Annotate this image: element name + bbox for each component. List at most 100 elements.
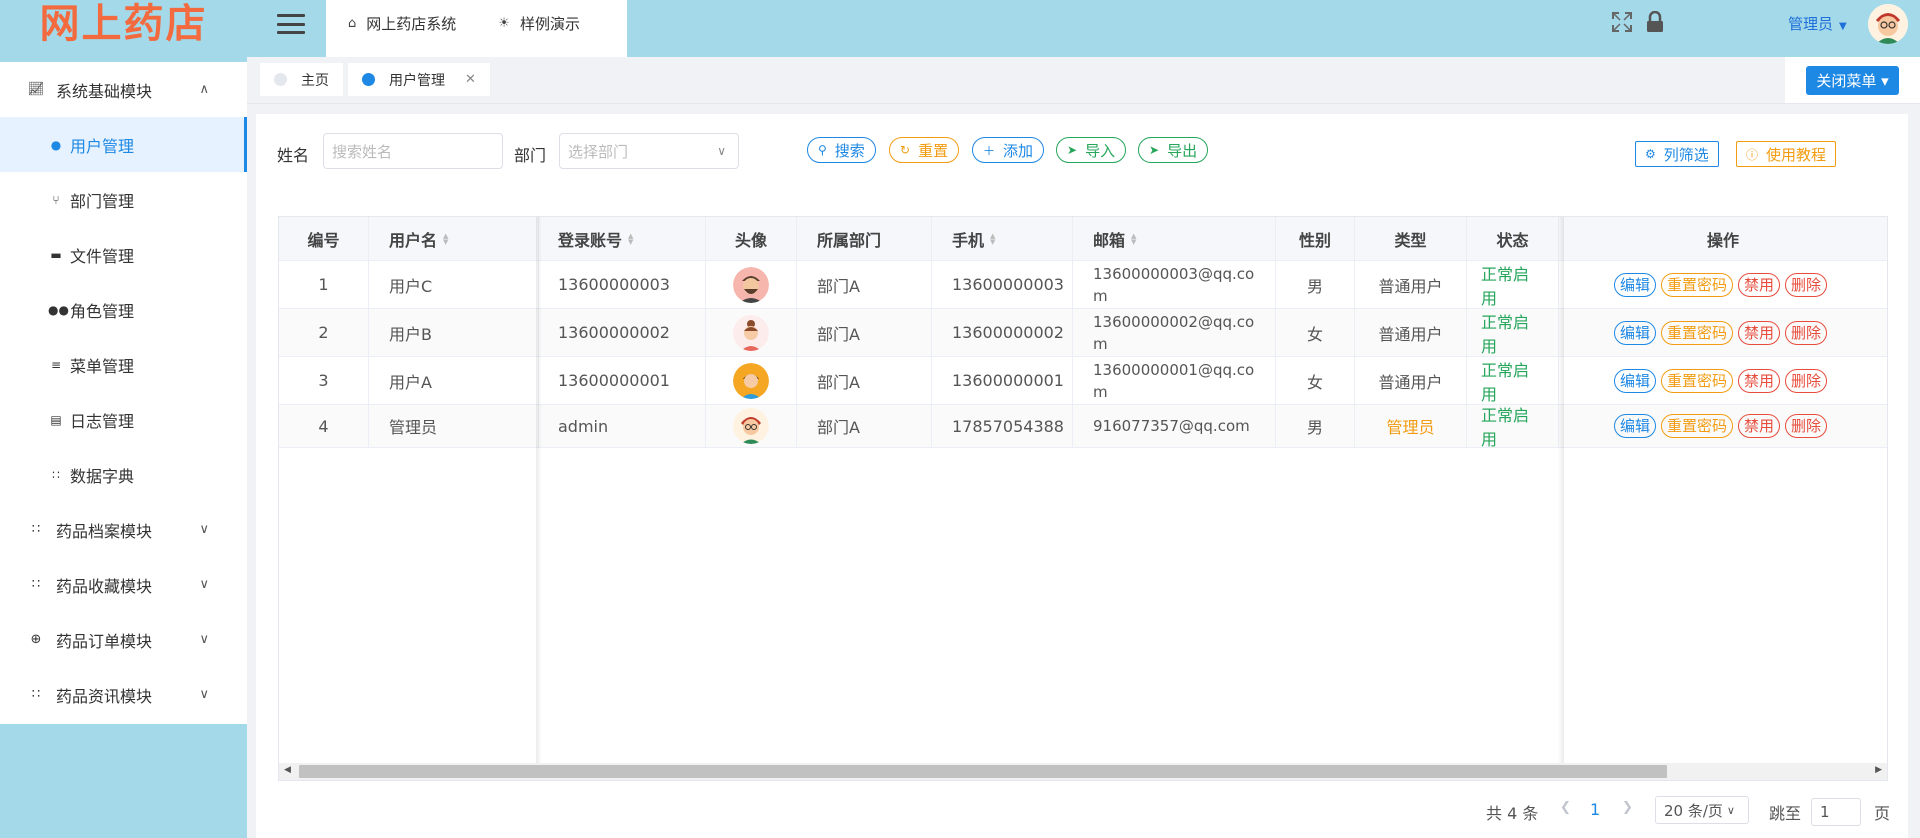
cell-type: 普通用户: [1355, 309, 1467, 356]
horizontal-scrollbar[interactable]: ◀ ▶: [279, 763, 1887, 780]
disable-button[interactable]: 禁用: [1738, 320, 1781, 345]
jump-input[interactable]: 1: [1811, 798, 1861, 826]
disable-button[interactable]: 禁用: [1738, 368, 1781, 393]
reset-password-button[interactable]: 重置密码: [1660, 414, 1733, 438]
close-menu-label: 关闭菜单: [1816, 71, 1877, 90]
sidebar-group-drug-news[interactable]: ∷ 药品资讯模块 ∨: [0, 667, 247, 722]
sidebar-item-logs[interactable]: ▤ 日志管理: [0, 392, 247, 447]
sidebar-group-system[interactable]: 📈︎ 系统基础模块 ∧: [0, 62, 247, 117]
header-label: 编号: [307, 230, 340, 250]
col-header-email[interactable]: 邮箱 ▲ ▼: [1073, 217, 1276, 260]
sort-icon[interactable]: ▲ ▼: [628, 232, 633, 245]
sidebar-group-drug-archive[interactable]: ∷ 药品档案模块 ∨: [0, 502, 247, 557]
export-button[interactable]: ➤ 导出: [1138, 137, 1209, 163]
reset-button[interactable]: ↻ 重置: [889, 137, 960, 163]
fullscreen-icon[interactable]: [1611, 11, 1633, 33]
sidebar-item-label: 数据字典: [70, 466, 135, 486]
disable-button[interactable]: 禁用: [1738, 414, 1781, 438]
avatar[interactable]: [733, 314, 769, 351]
delete-button[interactable]: 删除: [1785, 414, 1828, 438]
email-text: 13600000001@qq.com: [1093, 360, 1255, 401]
cell-email: 13600000002@qq.com: [1073, 309, 1276, 356]
sort-icon[interactable]: ▲ ▼: [443, 232, 448, 245]
send-icon: ➤: [1067, 143, 1078, 157]
search-button[interactable]: ⚲ 搜索: [807, 137, 876, 163]
tutorial-button[interactable]: ⓘ 使用教程: [1736, 141, 1837, 167]
prev-page-icon[interactable]: ❮: [1560, 800, 1571, 815]
sidebar-item-users[interactable]: ● 用户管理: [0, 117, 247, 172]
close-menu-button[interactable]: 关闭菜单 ▾: [1806, 65, 1899, 95]
sidebar-item-departments[interactable]: ⑂ 部门管理: [0, 172, 247, 227]
sidebar-item-menus[interactable]: ≡ 菜单管理: [0, 337, 247, 392]
sidebar-item-roles[interactable]: ●● 角色管理: [0, 282, 247, 337]
col-header-username[interactable]: 用户名 ▲ ▼: [369, 217, 539, 260]
user-menu[interactable]: 管理员 ▼: [1788, 13, 1847, 34]
header-label: 类型: [1394, 230, 1427, 250]
chevron-down-icon: ∨: [717, 144, 726, 158]
sidebar-group-drug-favorites[interactable]: ∷ 药品收藏模块 ∨: [0, 557, 247, 612]
disable-button[interactable]: 禁用: [1738, 272, 1781, 297]
sort-icon[interactable]: ▲ ▼: [990, 232, 995, 245]
header-label: 邮箱: [1093, 230, 1126, 250]
avatar[interactable]: [733, 362, 769, 399]
close-icon[interactable]: ✕: [465, 72, 476, 87]
home-icon: ⌂: [348, 16, 357, 31]
tag-home[interactable]: 主页: [260, 63, 343, 96]
tag-label: 主页: [301, 72, 329, 89]
avatar[interactable]: [1868, 4, 1908, 44]
sidebar-item-files[interactable]: ▬ 文件管理: [0, 227, 247, 282]
reset-password-button[interactable]: 重置密码: [1660, 368, 1733, 393]
button-label: 使用教程: [1766, 145, 1827, 164]
edit-button[interactable]: 编辑: [1613, 414, 1656, 438]
email-text: 13600000002@qq.com: [1093, 312, 1255, 353]
scrollbar-thumb[interactable]: [299, 765, 1667, 778]
sidebar-group-drug-orders[interactable]: ⊕ 药品订单模块 ∨: [0, 612, 247, 667]
pagination-total: 共 4 条: [1486, 804, 1539, 823]
tab-label: 网上药店系统: [366, 15, 457, 33]
app-logo[interactable]: 网上药店: [0, 0, 247, 62]
name-search-input[interactable]: 搜索姓名: [323, 133, 503, 169]
tag-user-management[interactable]: 用户管理 ✕: [348, 63, 490, 96]
edit-button[interactable]: 编辑: [1613, 368, 1656, 393]
tab-demo[interactable]: ☀︎ 样例演示: [456, 0, 580, 52]
column-filter-button[interactable]: ⚙ 列筛选: [1635, 141, 1719, 167]
sidebar-item-label: 文件管理: [70, 246, 135, 266]
edit-button[interactable]: 编辑: [1613, 272, 1656, 297]
cell-phone: 13600000003: [932, 261, 1073, 308]
header-label: 状态: [1496, 230, 1529, 250]
cell-actions: 编辑 重置密码 禁用 删除: [1559, 261, 1887, 308]
next-page-icon[interactable]: ❯: [1622, 800, 1633, 815]
globe-icon: ⊕: [30, 632, 42, 647]
page-size-select[interactable]: 20 条/页 ∨: [1655, 796, 1749, 824]
lock-icon[interactable]: [1646, 11, 1664, 33]
cell-email: 13600000003@qq.com: [1073, 261, 1276, 308]
send-icon: ➤: [1149, 143, 1160, 157]
table-row: 1 用户C 13600000003 部门A 13600000003 136000…: [279, 261, 1887, 309]
hamburger-menu-icon[interactable]: [277, 14, 305, 34]
edit-button[interactable]: 编辑: [1613, 320, 1656, 345]
reset-password-button[interactable]: 重置密码: [1660, 272, 1733, 297]
table-header: 编号 用户名 ▲ ▼ 登录账号 ▲ ▼ 头像 所属部门 手机 ▲ ▼ 邮箱 ▲ ▼ 性别 类型 …: [279, 217, 1887, 261]
page-number[interactable]: 1: [1590, 800, 1600, 819]
scroll-left-icon[interactable]: ◀: [284, 765, 291, 775]
avatar[interactable]: [733, 266, 769, 303]
col-header-account[interactable]: 登录账号 ▲ ▼: [539, 217, 706, 260]
delete-button[interactable]: 删除: [1785, 368, 1828, 393]
user-name: 管理员: [1788, 15, 1834, 33]
sidebar-item-dictionary[interactable]: ∷ 数据字典: [0, 447, 247, 502]
delete-button[interactable]: 删除: [1785, 320, 1828, 345]
sort-icon[interactable]: ▲ ▼: [1131, 232, 1136, 245]
tab-pharmacy-system[interactable]: ⌂ 网上药店系统: [326, 0, 456, 52]
avatar[interactable]: [733, 408, 769, 444]
dept-select[interactable]: 选择部门 ∨: [559, 133, 739, 169]
reset-password-button[interactable]: 重置密码: [1660, 320, 1733, 345]
import-button[interactable]: ➤ 导入: [1056, 137, 1127, 163]
chevron-down-icon: ∨: [199, 577, 209, 592]
branch-icon: ⑂: [52, 192, 60, 207]
jump-value: 1: [1820, 803, 1830, 821]
delete-button[interactable]: 删除: [1785, 272, 1828, 297]
scroll-right-icon[interactable]: ▶: [1875, 765, 1882, 775]
button-label: 搜索: [834, 141, 865, 160]
add-button[interactable]: ＋ 添加: [972, 137, 1045, 163]
col-header-phone[interactable]: 手机 ▲ ▼: [932, 217, 1073, 260]
